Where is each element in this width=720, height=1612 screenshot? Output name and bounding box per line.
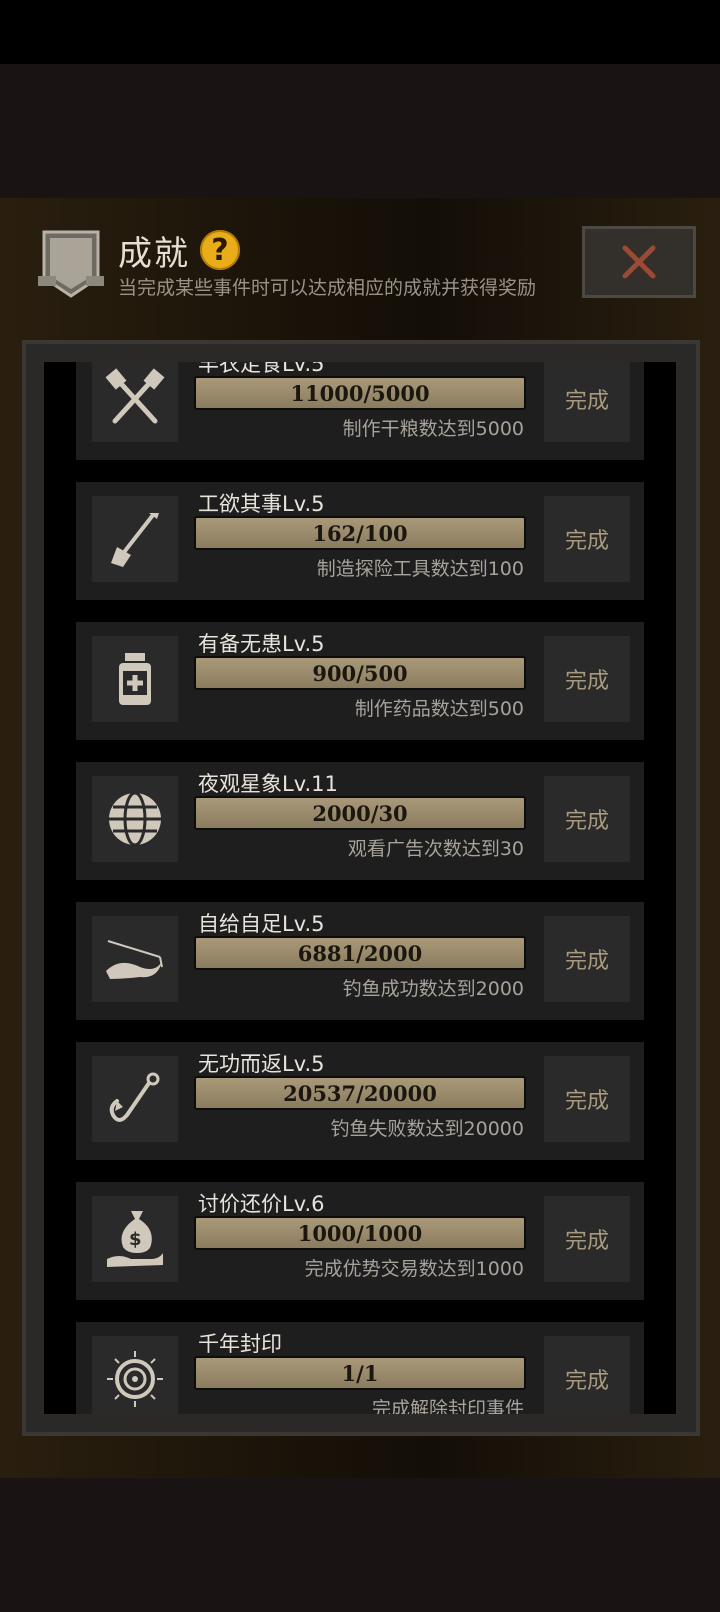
achievement-title: 千年封印 — [198, 1332, 282, 1356]
achievement-card: 千年封印 1/1 完成解除封印事件 完成 — [76, 1322, 644, 1414]
achievement-card: 丰衣足食Lv.5 11000/5000 制作干粮数达到5000 完成 — [76, 362, 644, 460]
achievement-card: 夜观星象Lv.11 2000/30 观看广告次数达到30 完成 — [76, 762, 644, 880]
question-mark-icon[interactable]: ? — [200, 230, 240, 270]
progress-bar: 11000/5000 — [194, 376, 526, 410]
achievement-card: 有备无患Lv.5 900/500 制作药品数达到500 完成 — [76, 622, 644, 740]
progress-bar: 6881/2000 — [194, 936, 526, 970]
spiral-seal-icon — [92, 1336, 178, 1414]
fish-hook-icon — [92, 1056, 178, 1142]
complete-button[interactable]: 完成 — [544, 1196, 630, 1282]
achievement-desc: 制作干粮数达到5000 — [342, 418, 524, 440]
achievement-card: 自给自足Lv.5 6881/2000 钓鱼成功数达到2000 完成 — [76, 902, 644, 1020]
achievement-desc: 完成解除封印事件 — [371, 1398, 524, 1414]
complete-button[interactable]: 完成 — [544, 1336, 630, 1414]
progress-bar: 162/100 — [194, 516, 526, 550]
complete-button[interactable]: 完成 — [544, 776, 630, 862]
progress-bar: 1/1 — [194, 1356, 526, 1390]
money-bag-hand-icon: $ — [92, 1196, 178, 1282]
achievement-title: 自给自足Lv.5 — [198, 912, 325, 936]
achievement-title: 工欲其事Lv.5 — [198, 492, 325, 516]
achievement-title: 无功而返Lv.5 — [198, 1052, 325, 1076]
achievement-desc: 观看广告次数达到30 — [347, 838, 524, 860]
page-subtitle: 当完成某些事件时可以达成相应的成就并获得奖励 — [118, 277, 537, 299]
achievement-desc: 钓鱼失败数达到20000 — [330, 1118, 524, 1140]
status-bar — [0, 0, 720, 64]
achievement-title: 讨价还价Lv.6 — [198, 1192, 325, 1216]
shield-emblem-icon — [38, 230, 104, 298]
progress-bar: 900/500 — [194, 656, 526, 690]
complete-button[interactable]: 完成 — [544, 362, 630, 442]
achievement-desc: 钓鱼成功数达到2000 — [342, 978, 524, 1000]
close-button[interactable] — [582, 226, 696, 298]
shovel-icon — [92, 496, 178, 582]
achievement-title: 有备无患Lv.5 — [198, 632, 325, 656]
progress-bar: 2000/30 — [194, 796, 526, 830]
complete-button[interactable]: 完成 — [544, 496, 630, 582]
progress-bar: 1000/1000 — [194, 1216, 526, 1250]
achievement-card: 无功而返Lv.5 20537/20000 钓鱼失败数达到20000 完成 — [76, 1042, 644, 1160]
crossed-spatula-icon — [92, 362, 178, 442]
page-title: 成就 — [118, 234, 190, 274]
achievement-desc: 制造探险工具数达到100 — [316, 558, 524, 580]
close-x-icon — [622, 245, 656, 279]
achievement-card: $ 讨价还价Lv.6 1000/1000 完成优势交易数达到1000 完成 — [76, 1182, 644, 1300]
medicine-bottle-icon — [92, 636, 178, 722]
achievement-list[interactable]: 丰衣足食Lv.5 11000/5000 制作干粮数达到5000 完成 工欲其事L… — [44, 362, 676, 1414]
svg-text:$: $ — [129, 1229, 142, 1250]
complete-button[interactable]: 完成 — [544, 636, 630, 722]
progress-bar: 20537/20000 — [194, 1076, 526, 1110]
achievement-desc: 完成优势交易数达到1000 — [304, 1258, 524, 1280]
achievement-desc: 制作药品数达到500 — [354, 698, 524, 720]
complete-button[interactable]: 完成 — [544, 1056, 630, 1142]
achievement-title: 夜观星象Lv.11 — [198, 772, 338, 796]
complete-button[interactable]: 完成 — [544, 916, 630, 1002]
globe-icon — [92, 776, 178, 862]
bottom-area — [0, 1478, 720, 1612]
fish-hook-catch-icon — [92, 916, 178, 1002]
achievement-card: 工欲其事Lv.5 162/100 制造探险工具数达到100 完成 — [76, 482, 644, 600]
